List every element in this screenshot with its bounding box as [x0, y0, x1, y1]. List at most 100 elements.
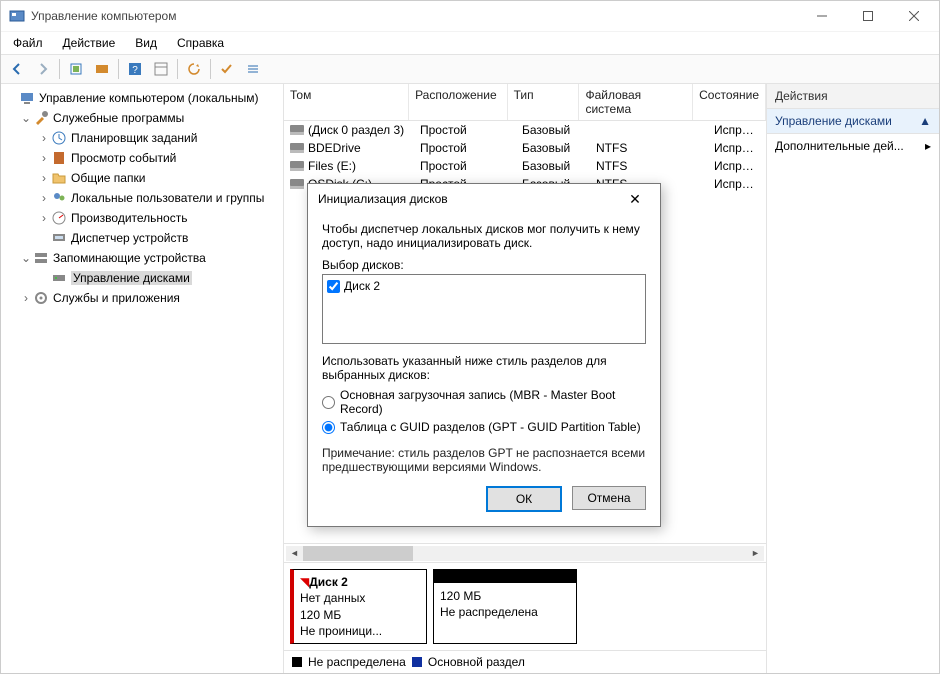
- cancel-button[interactable]: Отмена: [572, 486, 646, 510]
- actions-section[interactable]: Управление дисками ▲: [767, 109, 939, 134]
- col-fs[interactable]: Файловая система: [579, 84, 693, 120]
- disk2-checkbox[interactable]: [327, 280, 340, 293]
- h-scrollbar[interactable]: ◄ ►: [284, 543, 766, 562]
- tree-scheduler[interactable]: ›Планировщик заданий: [3, 128, 281, 148]
- disk-icon: [51, 270, 67, 286]
- disk-status: Не проиници...: [300, 623, 420, 639]
- tree-users[interactable]: ›Локальные пользователи и группы: [3, 188, 281, 208]
- actions-pane: Действия Управление дисками ▲ Дополнител…: [767, 84, 939, 673]
- gpt-row[interactable]: Таблица с GUID разделов (GPT - GUID Part…: [322, 418, 646, 436]
- ok-button[interactable]: ОК: [486, 486, 562, 512]
- col-type[interactable]: Тип: [508, 84, 580, 120]
- titlebar: Управление компьютером: [1, 1, 939, 31]
- volume-table: Том Расположение Тип Файловая система Со…: [284, 84, 766, 193]
- props-button[interactable]: [149, 57, 173, 81]
- tree-events[interactable]: ›Просмотр событий: [3, 148, 281, 168]
- table-row[interactable]: Files (E:)ПростойБазовыйNTFSИсправен (Фа…: [284, 157, 766, 175]
- users-icon: [51, 190, 67, 206]
- meter-icon: [51, 210, 67, 226]
- table-header[interactable]: Том Расположение Тип Файловая система Со…: [284, 84, 766, 121]
- scroll-right-icon[interactable]: ►: [747, 546, 764, 561]
- menu-help[interactable]: Справка: [169, 34, 232, 52]
- scroll-track[interactable]: [303, 546, 747, 561]
- disk-size: 120 МБ: [300, 607, 420, 623]
- partition-style-label: Использовать указанный ниже стиль раздел…: [322, 354, 646, 382]
- minimize-button[interactable]: [799, 1, 845, 31]
- show-button[interactable]: [90, 57, 114, 81]
- dialog-titlebar: Инициализация дисков ✕: [308, 184, 660, 214]
- up-button[interactable]: [64, 57, 88, 81]
- collapse-icon: ▲: [919, 114, 931, 128]
- back-button[interactable]: [5, 57, 29, 81]
- disk-select-list[interactable]: Диск 2: [322, 274, 646, 344]
- col-loc[interactable]: Расположение: [409, 84, 507, 120]
- svg-text:?: ?: [132, 65, 138, 76]
- mbr-row[interactable]: Основная загрузочная запись (MBR - Maste…: [322, 386, 646, 418]
- list-icon[interactable]: [241, 57, 265, 81]
- actions-title: Действия: [767, 84, 939, 109]
- disk-map: ◥Диск 2 Нет данных 120 МБ Не проиници...…: [284, 562, 766, 650]
- clock-icon: [51, 130, 67, 146]
- mbr-label: Основная загрузочная запись (MBR - Maste…: [340, 388, 646, 416]
- folder-icon: [51, 170, 67, 186]
- region-status: Не распределена: [440, 604, 570, 620]
- window-title: Управление компьютером: [31, 9, 799, 23]
- scroll-thumb[interactable]: [303, 546, 413, 561]
- nav-tree[interactable]: Управление компьютером (локальным) ⌄Служ…: [1, 84, 284, 673]
- tools-icon: [33, 110, 49, 126]
- menu-view[interactable]: Вид: [127, 34, 165, 52]
- check-icon[interactable]: [215, 57, 239, 81]
- gear-icon: [33, 290, 49, 306]
- table-row[interactable]: BDEDriveПростойБазовыйNTFSИсправен (Сист…: [284, 139, 766, 157]
- table-row[interactable]: (Диск 0 раздел 3)ПростойБазовыйИсправен …: [284, 121, 766, 139]
- disk-nodata: Нет данных: [300, 590, 420, 606]
- scroll-left-icon[interactable]: ◄: [286, 546, 303, 561]
- maximize-button[interactable]: [845, 1, 891, 31]
- tree-services[interactable]: ›Службы и приложения: [3, 288, 281, 308]
- legend-primary-label: Основной раздел: [428, 655, 525, 669]
- disk2-label: Диск 2: [344, 279, 380, 293]
- legend: Не распределена Основной раздел: [284, 650, 766, 673]
- legend-unalloc-label: Не распределена: [308, 655, 406, 669]
- actions-more[interactable]: Дополнительные дей... ▸: [767, 134, 939, 158]
- toolbar: ?: [1, 54, 939, 84]
- help-button[interactable]: ?: [123, 57, 147, 81]
- tree-root[interactable]: Управление компьютером (локальным): [3, 88, 281, 108]
- dialog-title: Инициализация дисков: [318, 192, 620, 206]
- menu-file[interactable]: Файл: [5, 34, 51, 52]
- disk-name: Диск 2: [309, 575, 348, 589]
- device-icon: [51, 230, 67, 246]
- disk-region[interactable]: 120 МБ Не распределена: [433, 569, 577, 644]
- dialog-intro: Чтобы диспетчер локальных дисков мог пол…: [322, 222, 646, 250]
- dialog-note: Примечание: стиль разделов GPT не распоз…: [322, 446, 646, 474]
- region-size: 120 МБ: [440, 588, 570, 604]
- col-state[interactable]: Состояние: [693, 84, 766, 120]
- tree-perf[interactable]: ›Производительность: [3, 208, 281, 228]
- tree-devmgr[interactable]: Диспетчер устройств: [3, 228, 281, 248]
- menu-action[interactable]: Действие: [55, 34, 124, 52]
- refresh-icon[interactable]: [182, 57, 206, 81]
- storage-icon: [33, 250, 49, 266]
- disk-info-block[interactable]: ◥Диск 2 Нет данных 120 МБ Не проиници...: [290, 569, 427, 644]
- computer-icon: [19, 90, 35, 106]
- gpt-radio[interactable]: [322, 421, 335, 434]
- tree-storage[interactable]: ⌄Запоминающие устройства: [3, 248, 281, 268]
- close-button[interactable]: [891, 1, 937, 31]
- legend-primary-swatch: [412, 657, 422, 667]
- menubar: Файл Действие Вид Справка: [1, 31, 939, 54]
- app-icon: [9, 8, 25, 24]
- forward-button[interactable]: [31, 57, 55, 81]
- col-tom[interactable]: Том: [284, 84, 409, 120]
- book-icon: [51, 150, 67, 166]
- gpt-label: Таблица с GUID разделов (GPT - GUID Part…: [340, 420, 641, 434]
- legend-unalloc-swatch: [292, 657, 302, 667]
- disk-checkbox-row[interactable]: Диск 2: [327, 279, 641, 293]
- select-disks-label: Выбор дисков:: [322, 258, 646, 272]
- tree-shared[interactable]: ›Общие папки: [3, 168, 281, 188]
- chevron-right-icon: ▸: [925, 139, 931, 153]
- init-disk-dialog: Инициализация дисков ✕ Чтобы диспетчер л…: [307, 183, 661, 527]
- tree-tools[interactable]: ⌄Служебные программы: [3, 108, 281, 128]
- tree-diskmgmt[interactable]: Управление дисками: [3, 268, 281, 288]
- mbr-radio[interactable]: [322, 396, 335, 409]
- dialog-close-icon[interactable]: ✕: [620, 191, 650, 208]
